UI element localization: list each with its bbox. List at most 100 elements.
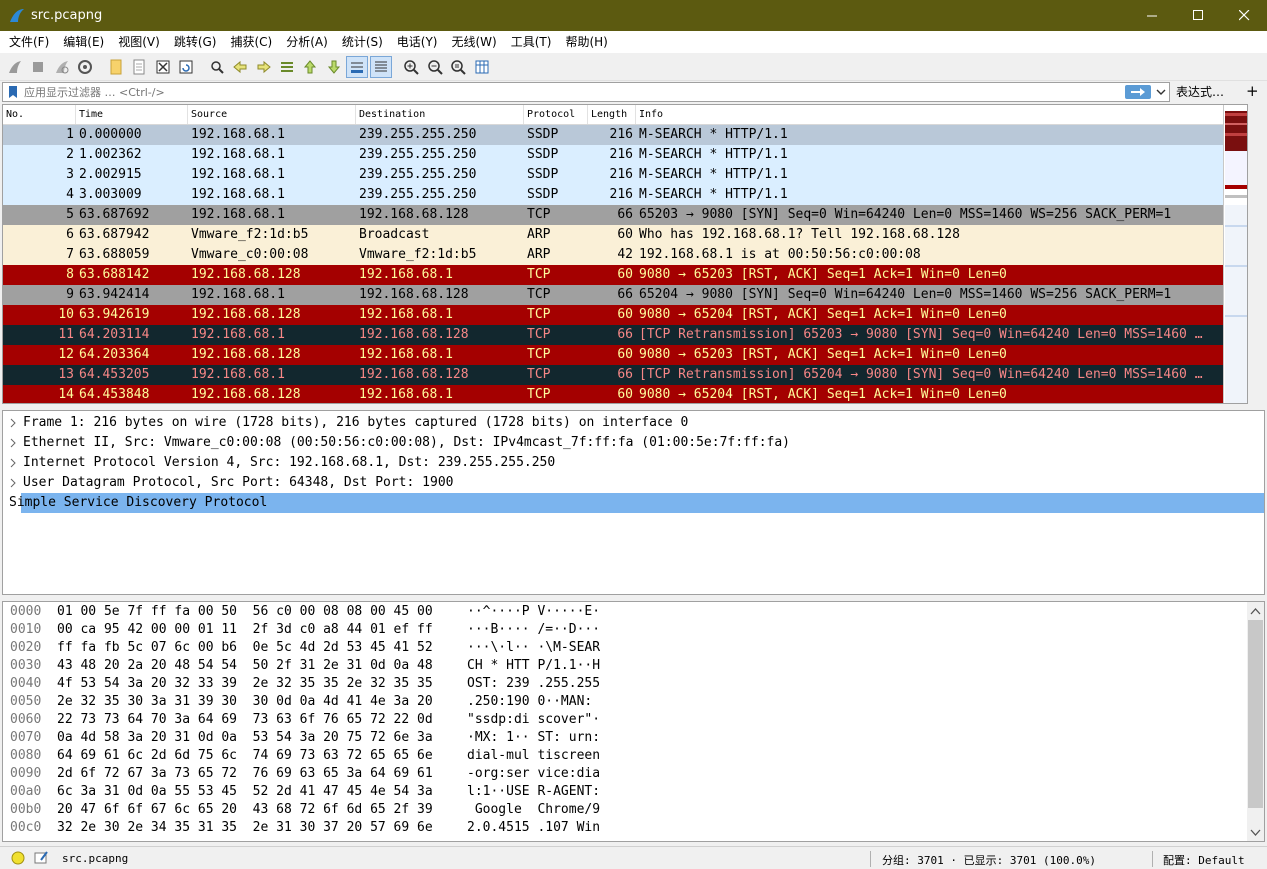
packet-row[interactable]: 4 3.003009 192.168.68.1 239.255.255.250 SSDP… bbox=[3, 185, 1247, 205]
column-header-destination[interactable]: Destination bbox=[356, 105, 524, 124]
byte-cell-hex[interactable]: ff fa fb 5c 07 6c 00 b6 0e 5c 4d 2d 53 4… bbox=[57, 639, 467, 657]
menu-telephony[interactable]: 电话(Y) bbox=[390, 31, 445, 53]
detail-row-udp[interactable]: User Datagram Protocol, Src Port: 64348,… bbox=[3, 473, 1264, 493]
find-packet-button[interactable] bbox=[206, 56, 228, 78]
packet-row[interactable]: 7 63.688059 Vmware_c0:00:08 Vmware_f2:1d:b5… bbox=[3, 245, 1247, 265]
packet-row[interactable]: 9 63.942414 192.168.68.1 192.168.68.128 TCP 6… bbox=[3, 285, 1247, 305]
byte-cell-ascii[interactable]: ···\·l·· ·\M-SEAR bbox=[467, 639, 617, 657]
byte-cell-ascii[interactable]: 2.0.4515 .107 Win bbox=[467, 819, 617, 837]
save-file-button[interactable] bbox=[128, 56, 150, 78]
byte-cell-ascii[interactable]: .250:190 0··MAN: bbox=[467, 693, 617, 711]
reload-file-button[interactable] bbox=[175, 56, 197, 78]
go-last-button[interactable] bbox=[323, 56, 345, 78]
byte-cell-hex[interactable]: 20 47 6f 6f 67 6c 65 20 43 68 72 6f 6d 6… bbox=[57, 801, 467, 819]
menu-analyze[interactable]: 分析(A) bbox=[279, 31, 335, 53]
packet-row[interactable]: 11 64.203114 192.168.68.1 192.168.68.128 TCP… bbox=[3, 325, 1247, 345]
filter-history-dropdown[interactable] bbox=[1156, 86, 1166, 100]
scroll-up-icon[interactable] bbox=[1247, 604, 1264, 620]
column-header-protocol[interactable]: Protocol bbox=[524, 105, 588, 124]
maximize-button[interactable] bbox=[1175, 0, 1221, 31]
byte-cell-ascii[interactable]: ···B···· /=··D··· bbox=[467, 621, 617, 639]
byte-cell-ascii[interactable]: dial-mul tiscreen bbox=[467, 747, 617, 765]
byte-cell-ascii[interactable]: Google Chrome/9 bbox=[467, 801, 617, 819]
menu-wireless[interactable]: 无线(W) bbox=[445, 31, 504, 53]
go-first-button[interactable] bbox=[299, 56, 321, 78]
zoom-in-button[interactable] bbox=[400, 56, 422, 78]
menu-view[interactable]: 视图(V) bbox=[111, 31, 167, 53]
column-header-source[interactable]: Source bbox=[188, 105, 356, 124]
byte-cell-ascii[interactable]: ··^····P V·····E· bbox=[467, 603, 617, 621]
byte-cell-hex[interactable]: 2e 32 35 30 3a 31 39 30 30 0d 0a 4d 41 4… bbox=[57, 693, 467, 711]
menu-file[interactable]: 文件(F) bbox=[2, 31, 56, 53]
byte-cell-hex[interactable]: 32 2e 30 2e 34 35 31 35 2e 31 30 37 20 5… bbox=[57, 819, 467, 837]
detail-row-ethernet[interactable]: Ethernet II, Src: Vmware_c0:00:08 (00:50… bbox=[3, 433, 1264, 453]
menu-help[interactable]: 帮助(H) bbox=[558, 31, 614, 53]
byte-cell-ascii[interactable]: l:1··USE R-AGENT: bbox=[467, 783, 617, 801]
byte-cell-hex[interactable]: 0a 4d 58 3a 20 31 0d 0a 53 54 3a 20 75 7… bbox=[57, 729, 467, 747]
detail-row-ipv4[interactable]: Internet Protocol Version 4, Src: 192.16… bbox=[3, 453, 1264, 473]
menu-capture[interactable]: 捕获(C) bbox=[223, 31, 279, 53]
packet-row[interactable]: 14 64.453848 192.168.68.128 192.168.68.1 TCP… bbox=[3, 385, 1247, 403]
expert-info-icon[interactable] bbox=[11, 851, 25, 865]
menu-go[interactable]: 跳转(G) bbox=[167, 31, 224, 53]
add-filter-button[interactable]: + bbox=[1246, 82, 1259, 100]
byte-cell-hex[interactable]: 6c 3a 31 0d 0a 55 53 45 52 2d 41 47 45 4… bbox=[57, 783, 467, 801]
byte-cell-hex[interactable]: 64 69 61 6c 2d 6d 75 6c 74 69 73 63 72 6… bbox=[57, 747, 467, 765]
byte-cell-ascii[interactable]: -org:ser vice:dia bbox=[467, 765, 617, 783]
go-to-packet-button[interactable] bbox=[276, 56, 298, 78]
capture-options-button[interactable] bbox=[74, 56, 96, 78]
byte-cell-hex[interactable]: 01 00 5e 7f ff fa 00 50 56 c0 00 08 08 0… bbox=[57, 603, 467, 621]
packet-row[interactable]: 12 64.203364 192.168.68.128 192.168.68.1 TCP… bbox=[3, 345, 1247, 365]
byte-cell-ascii[interactable]: OST: 239 .255.255 bbox=[467, 675, 617, 693]
scrollbar-thumb[interactable] bbox=[1248, 620, 1263, 808]
open-file-button[interactable] bbox=[105, 56, 127, 78]
menu-edit[interactable]: 编辑(E) bbox=[56, 31, 111, 53]
colorize-button[interactable] bbox=[369, 55, 392, 78]
menu-tools[interactable]: 工具(T) bbox=[504, 31, 559, 53]
byte-cell-ascii[interactable]: CH * HTT P/1.1··H bbox=[467, 657, 617, 675]
packet-row[interactable]: 2 1.002362 192.168.68.1 239.255.255.250 SSDP… bbox=[3, 145, 1247, 165]
packet-row[interactable]: 10 63.942619 192.168.68.128 192.168.68.1 TCP… bbox=[3, 305, 1247, 325]
packet-row[interactable]: 13 64.453205 192.168.68.1 192.168.68.128 TCP… bbox=[3, 365, 1247, 385]
bytes-scrollbar[interactable] bbox=[1247, 602, 1264, 841]
packet-row[interactable]: 6 63.687942 Vmware_f2:1d:b5 Broadcast ARP 60 W… bbox=[3, 225, 1247, 245]
start-capture-button[interactable] bbox=[4, 56, 26, 78]
byte-cell-ascii[interactable]: "ssdp:di scover"· bbox=[467, 711, 617, 729]
capture-comment-icon[interactable] bbox=[33, 850, 49, 866]
byte-cell-hex[interactable]: 22 73 73 64 70 3a 64 69 73 63 6f 76 65 7… bbox=[57, 711, 467, 729]
restart-capture-button[interactable] bbox=[51, 56, 73, 78]
go-forward-button[interactable] bbox=[253, 56, 275, 78]
display-filter-input[interactable] bbox=[24, 85, 1169, 99]
detail-row-ssdp[interactable]: Simple Service Discovery Protocol bbox=[9, 493, 1264, 513]
autoscroll-button[interactable] bbox=[346, 55, 369, 78]
minimize-button[interactable] bbox=[1129, 0, 1175, 31]
column-header-length[interactable]: Length bbox=[588, 105, 636, 124]
byte-cell-hex[interactable]: 2d 6f 72 67 3a 73 65 72 76 69 63 65 3a 6… bbox=[57, 765, 467, 783]
chevron-right-icon[interactable] bbox=[3, 438, 23, 448]
go-back-button[interactable] bbox=[229, 56, 251, 78]
packet-minimap[interactable] bbox=[1223, 105, 1248, 404]
scroll-down-icon[interactable] bbox=[1247, 825, 1264, 841]
zoom-out-button[interactable] bbox=[424, 56, 446, 78]
packet-row[interactable]: 5 63.687692 192.168.68.1 192.168.68.128 TCP 6… bbox=[3, 205, 1247, 225]
apply-filter-button[interactable] bbox=[1125, 85, 1151, 99]
resize-columns-button[interactable] bbox=[471, 56, 493, 78]
packet-row[interactable]: 1 0.000000 192.168.68.1 239.255.255.250 SSDP… bbox=[3, 125, 1247, 145]
packet-row[interactable]: 8 63.688142 192.168.68.128 192.168.68.1 TCP 6… bbox=[3, 265, 1247, 285]
bookmark-icon[interactable] bbox=[6, 85, 20, 99]
column-header-no[interactable]: No. bbox=[3, 105, 76, 124]
column-header-time[interactable]: Time bbox=[76, 105, 188, 124]
menu-statistics[interactable]: 统计(S) bbox=[335, 31, 390, 53]
byte-cell-hex[interactable]: 43 48 20 2a 20 48 54 54 50 2f 31 2e 31 0… bbox=[57, 657, 467, 675]
detail-row-frame[interactable]: Frame 1: 216 bytes on wire (1728 bits), … bbox=[3, 413, 1264, 433]
column-header-info[interactable]: Info bbox=[636, 105, 1226, 124]
expression-button[interactable]: 表达式… bbox=[1176, 83, 1224, 100]
zoom-reset-button[interactable] bbox=[447, 56, 469, 78]
packet-row[interactable]: 3 2.002915 192.168.68.1 239.255.255.250 SSDP… bbox=[3, 165, 1247, 185]
chevron-right-icon[interactable] bbox=[3, 418, 23, 428]
stop-capture-button[interactable] bbox=[27, 56, 49, 78]
chevron-right-icon[interactable] bbox=[3, 458, 23, 468]
byte-cell-ascii[interactable]: ·MX: 1·· ST: urn: bbox=[467, 729, 617, 747]
close-button[interactable] bbox=[1221, 0, 1267, 31]
byte-cell-hex[interactable]: 4f 53 54 3a 20 32 33 39 2e 32 35 35 2e 3… bbox=[57, 675, 467, 693]
